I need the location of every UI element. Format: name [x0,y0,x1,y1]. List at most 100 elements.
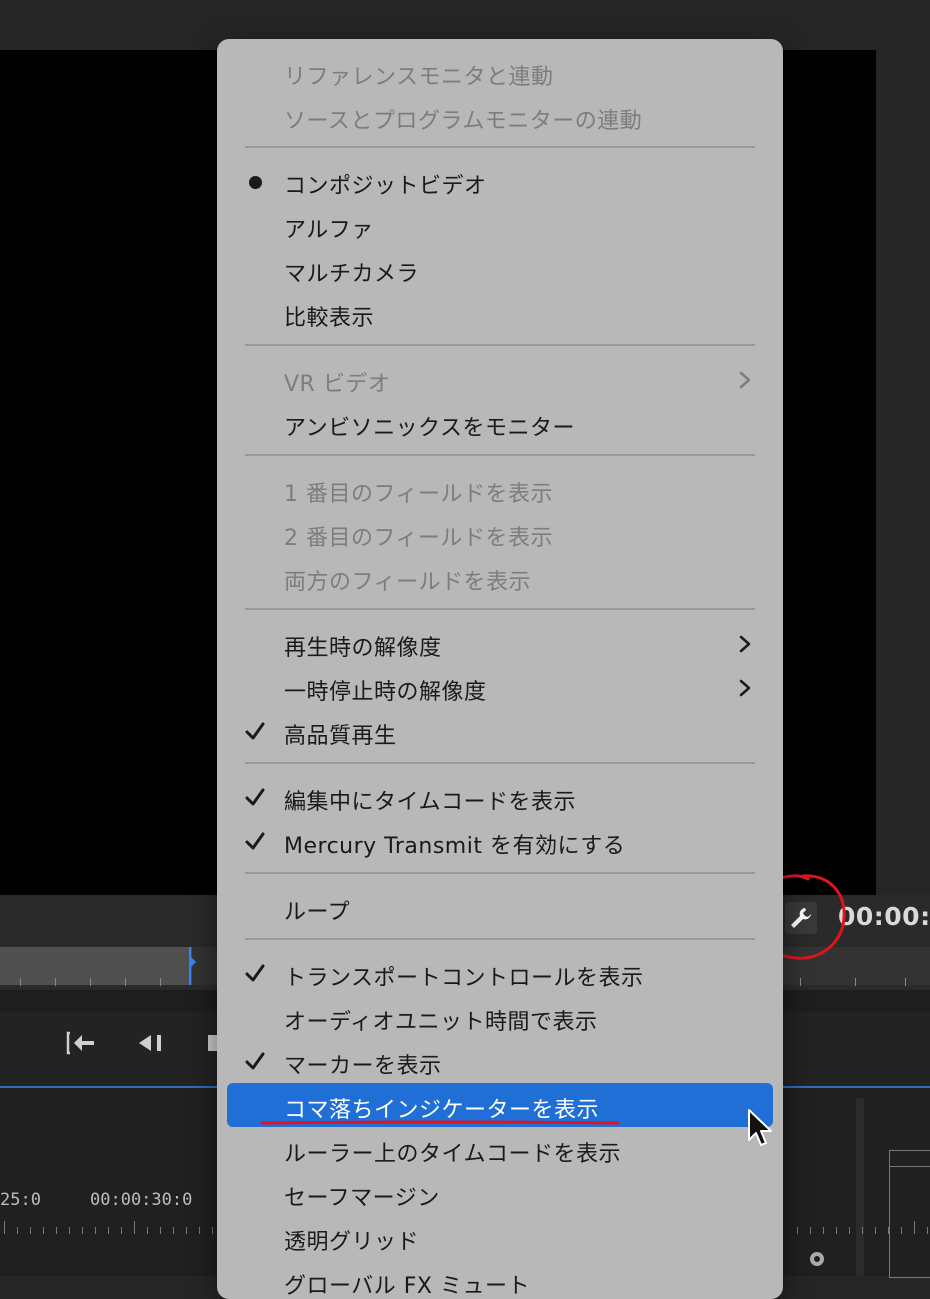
ruler-tick [43,1227,44,1234]
ruler-tick [69,1227,70,1234]
annotation-underline [260,1120,620,1125]
ruler-tick [862,1227,863,1234]
checkmark-icon [245,722,265,740]
menu-item-label: リファレンスモニタと連動 [284,65,554,90]
menu-item-composite-video[interactable]: コンポジットビデオ [217,160,783,204]
menu-item-label: ルーラー上のタイムコードを表示 [284,1142,622,1167]
menu-item-label: グローバル FX ミュート [284,1274,530,1299]
menu-separator [245,872,755,874]
menu-item-playback-resolution[interactable]: 再生時の解像度 [217,622,783,666]
checkmark-icon [245,832,265,850]
menu-item-paused-resolution[interactable]: 一時停止時の解像度 [217,666,783,710]
step-back-button[interactable] [137,1030,167,1062]
ruler-time-label: 25:0 [0,1190,41,1210]
menu-item-label: トランスポートコントロールを表示 [284,966,644,991]
menu-item-transparency-grid[interactable]: 透明グリッド [217,1216,783,1260]
zoom-knob[interactable] [810,1252,824,1266]
menu-item-label: 両方のフィールドを表示 [284,570,532,595]
ruler-tick [901,1227,902,1234]
menu-item-safe-margins[interactable]: セーフマージン [217,1172,783,1216]
menu-item-loop[interactable]: ループ [217,886,783,930]
menu-item-multicam[interactable]: マルチカメラ [217,248,783,292]
menu-item-timecode-overlay[interactable]: 編集中にタイムコードを表示 [217,776,783,820]
menu-item-label: Mercury Transmit を有効にする [284,834,626,859]
step-back-icon [139,1035,161,1051]
ruler-tick [121,1227,122,1234]
menu-item-compare-view[interactable]: 比較表示 [217,292,783,336]
monitor-settings-menu: リファレンスモニタと連動ソースとプログラムモニターの連動 コンポジットビデオ アルフ… [217,39,783,1299]
ruler-tick [30,1227,31,1234]
menu-separator [245,146,755,148]
chevron-right-icon [739,635,751,653]
side-panel-frame [889,1150,930,1278]
menu-item-audio-units[interactable]: オーディオユニット時間で表示 [217,996,783,1040]
ruler-tick [810,1227,811,1234]
menu-item-show-markers[interactable]: マーカーを表示 [217,1040,783,1084]
menu-item-source-program-link: ソースとプログラムモニターの連動 [217,95,783,139]
ruler-tick [147,1227,148,1234]
scrub-tick [55,978,56,986]
menu-item-label: マーカーを表示 [284,1054,442,1079]
menu-item-label: 編集中にタイムコードを表示 [284,790,577,815]
monitor-right-gutter [876,50,930,895]
ruler-tick [875,1227,876,1234]
ruler-tick [823,1227,824,1234]
menu-item-label: マルチカメラ [284,262,420,287]
mouse-pointer-icon [748,1109,772,1146]
menu-item-ambisonics[interactable]: アンビソニックスをモニター [217,402,783,446]
menu-item-transport-controls[interactable]: トランスポートコントロールを表示 [217,952,783,996]
menu-item-global-fx-mute[interactable]: グローバル FX ミュート [217,1260,783,1299]
menu-item-label: 一時停止時の解像度 [284,680,487,705]
ruler-tick [914,1221,915,1234]
ruler-tick [836,1227,837,1234]
ruler-tick [160,1227,161,1234]
radio-dot-icon [249,176,262,189]
scrub-tick [855,978,856,986]
menu-item-label: 高品質再生 [284,724,397,749]
menu-separator [245,454,755,456]
scrub-tick [905,978,906,986]
ruler-tick [17,1227,18,1234]
playhead-timecode[interactable]: 00:00:0 [838,902,930,931]
scrub-bar-played[interactable] [0,947,192,985]
menu-item-ruler-timecode[interactable]: ルーラー上のタイムコードを表示 [217,1128,783,1172]
playhead-marker[interactable] [189,955,196,969]
scrub-tick [125,978,126,986]
checkmark-icon [245,964,265,982]
go-to-in-button[interactable] [66,1030,98,1062]
ruler-tick [173,1227,174,1234]
ruler-tick [797,1227,798,1234]
ruler-tick [134,1221,135,1234]
menu-item-label: コンポジットビデオ [284,174,487,199]
menu-item-label: 比較表示 [284,306,375,331]
menu-item-label: VR ビデオ [284,372,391,397]
menu-item-vr-video: VR ビデオ [217,358,783,402]
menu-item-label: 2 番目のフィールドを表示 [284,526,554,551]
menu-item-label: セーフマージン [284,1186,440,1211]
menu-item-high-quality-playback[interactable]: 高品質再生 [217,710,783,754]
menu-item-label: ソースとプログラムモニターの連動 [284,109,643,134]
ruler-time-label: 00:00:30:0 [90,1190,193,1210]
menu-item-mercury-transmit[interactable]: Mercury Transmit を有効にする [217,820,783,864]
menu-item-label: 再生時の解像度 [284,636,442,661]
ruler-tick [888,1227,889,1234]
ruler-tick [186,1227,187,1234]
menu-item-second-field: 2 番目のフィールドを表示 [217,512,783,556]
ruler-tick [4,1221,5,1234]
menu-item-label: アルファ [284,218,374,243]
play-icon [208,1035,217,1051]
menu-item-first-field: 1 番目のフィールドを表示 [217,468,783,512]
chevron-right-icon [739,371,751,389]
ruler-tick [82,1227,83,1234]
panel-edge [856,1098,864,1276]
ruler-tick [849,1227,850,1234]
menu-item-alpha[interactable]: アルファ [217,204,783,248]
scrub-tick [20,978,21,986]
ruler-tick [212,1227,213,1234]
chevron-right-icon [739,679,751,697]
side-panel-header-line [889,1166,930,1167]
scrub-tick [800,978,801,986]
play-button-partial[interactable] [207,1030,217,1062]
menu-separator [245,762,755,764]
checkmark-icon [245,1052,265,1070]
